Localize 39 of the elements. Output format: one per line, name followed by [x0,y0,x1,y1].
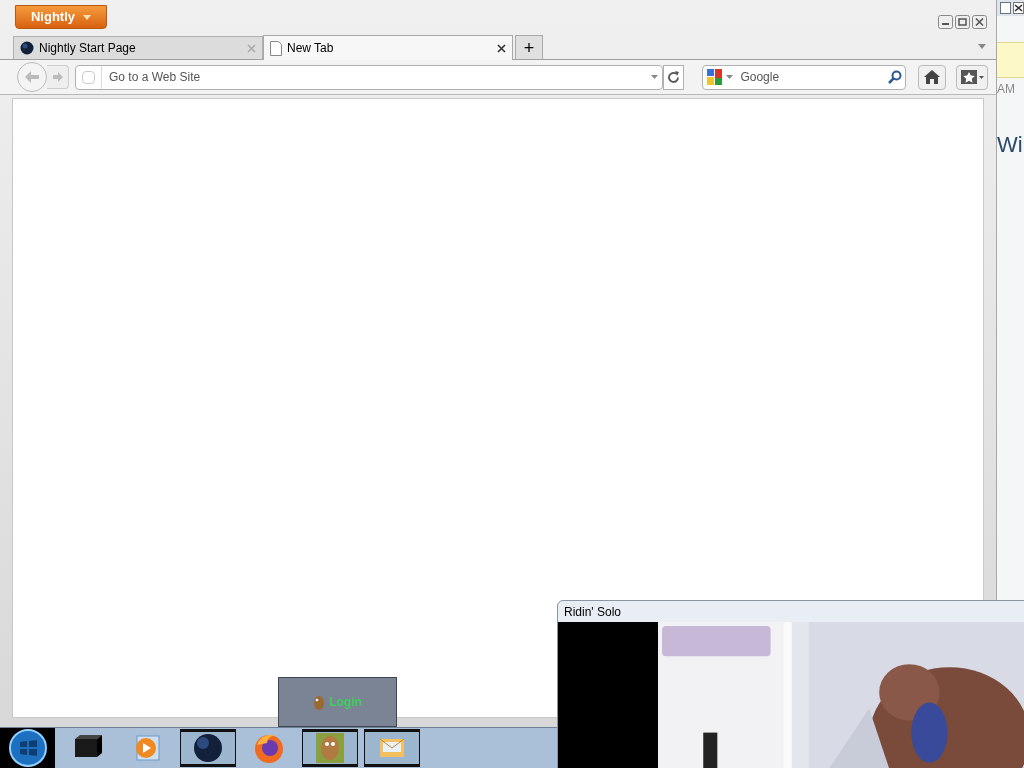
home-icon [924,70,941,84]
close-icon[interactable] [497,43,506,53]
caret-icon [978,75,984,79]
taskbar-button[interactable] [364,729,420,767]
search-bar[interactable]: Google [702,64,907,90]
search-engine-icon[interactable] [706,68,724,86]
address-bar[interactable]: Go to a Web Site [75,64,663,90]
start-button[interactable] [0,727,55,768]
search-icon[interactable] [888,70,903,84]
tooltip-label: Login [329,694,362,711]
forward-arrow-icon [51,71,64,83]
back-arrow-icon [24,70,40,84]
maximize-icon[interactable] [955,15,970,29]
reload-button[interactable] [662,64,685,90]
dropdown-icon[interactable] [978,44,986,49]
gopher-icon [313,694,326,710]
page-icon [270,40,282,56]
search-input[interactable]: Google [736,68,886,86]
home-button[interactable] [918,64,947,90]
taskbar-button[interactable] [180,729,236,767]
partial-text: AM [996,81,1016,98]
reload-icon [667,70,680,84]
taskbar-button[interactable] [302,729,358,767]
bookmarks-button[interactable] [956,64,988,90]
window-title: Ridin' Solo [563,603,622,621]
address-input[interactable]: Go to a Web Site [102,68,651,86]
restore-icon[interactable] [1000,2,1011,14]
close-icon[interactable] [1013,2,1024,14]
tab[interactable]: Nightly Start Page [13,36,263,59]
dropdown-icon[interactable] [650,75,658,79]
caret-icon [83,14,92,20]
partial-text: Wi [996,131,1024,159]
close-icon[interactable] [972,15,987,29]
tab[interactable]: New Tab [263,35,513,60]
globe-icon [20,41,34,55]
star-icon [960,70,977,84]
dropdown-icon[interactable] [726,75,734,79]
minimize-icon[interactable] [938,15,953,29]
new-tab-button[interactable]: + [515,35,543,59]
